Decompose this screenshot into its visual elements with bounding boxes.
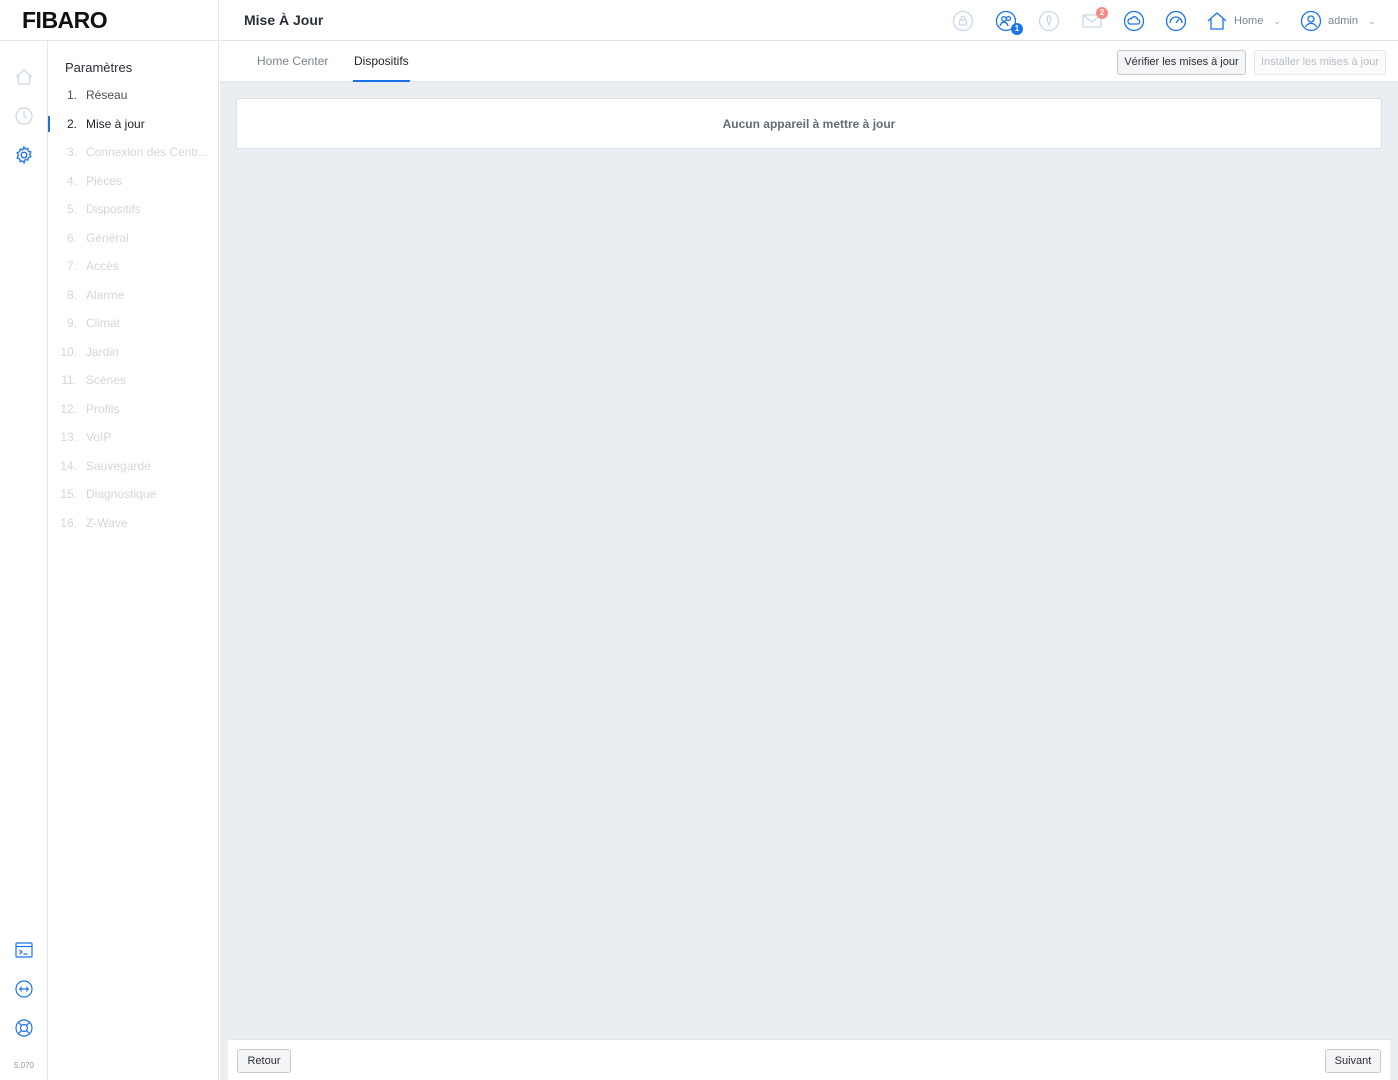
empty-state-card: Aucun appareil à mettre à jour: [236, 98, 1382, 149]
settings-item-number: 9.: [66, 316, 77, 330]
settings-item-label: Connexion des Centr...: [86, 145, 209, 159]
settings-item[interactable]: 15. Diagnostique: [48, 485, 219, 505]
gear-icon[interactable]: [14, 145, 34, 165]
tab-bar: Home Center Dispositifs Vérifier les mis…: [220, 42, 1398, 82]
settings-item[interactable]: 9. Climat: [48, 314, 219, 334]
settings-item-number: 4.: [66, 173, 77, 188]
settings-item-number: 8.: [66, 287, 77, 302]
settings-item-number: 15.: [60, 487, 77, 501]
main-content: Home Center Dispositifs Vérifier les mis…: [220, 42, 1398, 1080]
settings-item[interactable]: 5. Dispositifs: [48, 200, 219, 220]
settings-item-number: 14.: [60, 458, 77, 473]
chevron-down-icon: ⌄: [1367, 15, 1376, 26]
settings-item-label: Réseau: [86, 88, 128, 102]
settings-item-number: 6.: [66, 230, 77, 245]
settings-item[interactable]: 12. Profils: [48, 400, 219, 420]
mail-icon[interactable]: 2: [1081, 7, 1108, 32]
support-icon[interactable]: [14, 1018, 34, 1038]
settings-item-number: 12.: [60, 401, 77, 416]
page-title: Mise À Jour: [244, 12, 324, 28]
house-icon[interactable]: [14, 67, 34, 87]
top-header: Mise À Jour 1 2 Home ⌄ admin ⌄: [220, 0, 1398, 41]
clock-icon[interactable]: [14, 106, 34, 126]
settings-item-number: 1.: [66, 88, 77, 102]
connection-icon[interactable]: [14, 979, 34, 999]
settings-item[interactable]: 14. Sauvegarde: [48, 457, 219, 477]
settings-item-label: Profils: [86, 401, 120, 416]
settings-item-label: Diagnostique: [86, 487, 157, 501]
settings-item[interactable]: 8. Alarme: [48, 286, 219, 306]
settings-item-label: Pièces: [86, 173, 123, 188]
settings-item[interactable]: 6. Général: [48, 229, 219, 249]
next-button[interactable]: Suivant: [1325, 1049, 1381, 1073]
fibaro-logo[interactable]: FIBARO: [22, 7, 108, 34]
lock-user-icon[interactable]: [952, 10, 974, 32]
settings-item-label: Jardin: [86, 344, 119, 359]
settings-item-label: Général: [86, 230, 129, 245]
weather-icon[interactable]: [1123, 10, 1145, 32]
settings-item-number: 10.: [60, 344, 77, 359]
settings-item-label: Z-Wave: [86, 515, 128, 530]
home-selector[interactable]: Home ⌄: [1206, 9, 1281, 33]
settings-item[interactable]: 10. Jardin: [48, 343, 219, 363]
user-avatar-icon: [1300, 10, 1322, 32]
settings-item-number: 11.: [61, 373, 77, 387]
check-updates-button[interactable]: Vérifier les mises à jour: [1117, 50, 1246, 75]
settings-item[interactable]: 1. Réseau: [48, 86, 219, 106]
settings-title: Paramètres: [65, 60, 133, 75]
settings-item[interactable]: 3. Connexion des Centr...: [48, 143, 219, 163]
settings-item-number: 3.: [66, 145, 77, 159]
settings-item-number: 2.: [66, 116, 77, 131]
settings-item[interactable]: 7. Accès: [48, 257, 219, 277]
settings-item-number: 7.: [66, 259, 77, 273]
microphone-icon[interactable]: [1038, 10, 1060, 32]
settings-item-number: 13.: [60, 430, 77, 444]
settings-item[interactable]: 2. Mise à jour: [48, 115, 219, 135]
settings-item-label: Mise à jour: [86, 116, 145, 131]
settings-item-label: VoIP: [86, 430, 112, 444]
settings-item-number: 16.: [60, 515, 77, 530]
settings-item[interactable]: 11. Scènes: [48, 371, 219, 391]
icon-rail: 5.070: [0, 41, 48, 1080]
settings-item[interactable]: 4. Pièces: [48, 172, 219, 192]
settings-item-label: Accès: [86, 259, 119, 273]
gauge-icon[interactable]: [1165, 10, 1187, 32]
wizard-footer: Retour Suivant: [228, 1039, 1390, 1080]
tab-dispositifs[interactable]: Dispositifs: [354, 54, 409, 68]
version-label: 5.070: [13, 1061, 35, 1070]
home-icon: [1207, 12, 1227, 30]
tab-home-center[interactable]: Home Center: [257, 54, 328, 68]
empty-state-message: Aucun appareil à mettre à jour: [722, 117, 896, 131]
settings-item-label: Climat: [86, 316, 121, 330]
settings-sidebar: Paramètres 1. Réseau 2. Mise à jour 3. Connex…: [48, 41, 219, 1080]
user-selector[interactable]: admin ⌄: [1300, 9, 1376, 33]
install-updates-button[interactable]: Installer les mises à jour: [1254, 50, 1386, 75]
users-icon[interactable]: 1: [995, 10, 1023, 35]
logo-area: FIBARO: [0, 0, 219, 41]
chevron-down-icon: ⌄: [1273, 15, 1281, 26]
users-badge: 1: [1011, 23, 1023, 35]
mail-badge: 2: [1096, 7, 1108, 19]
settings-item-label: Scènes: [86, 373, 127, 387]
settings-item[interactable]: 13. VoIP: [48, 428, 219, 448]
settings-item[interactable]: 16. Z-Wave: [48, 514, 219, 534]
active-tab-underline: [353, 80, 410, 82]
settings-item-label: Sauvegarde: [86, 458, 151, 473]
settings-item-number: 5.: [66, 202, 77, 216]
settings-item-label: Dispositifs: [86, 202, 141, 216]
settings-item-label: Alarme: [86, 287, 125, 302]
terminal-icon[interactable]: [14, 940, 34, 960]
home-label: Home: [1234, 15, 1264, 27]
back-button[interactable]: Retour: [237, 1049, 291, 1073]
user-label: admin: [1328, 15, 1358, 27]
